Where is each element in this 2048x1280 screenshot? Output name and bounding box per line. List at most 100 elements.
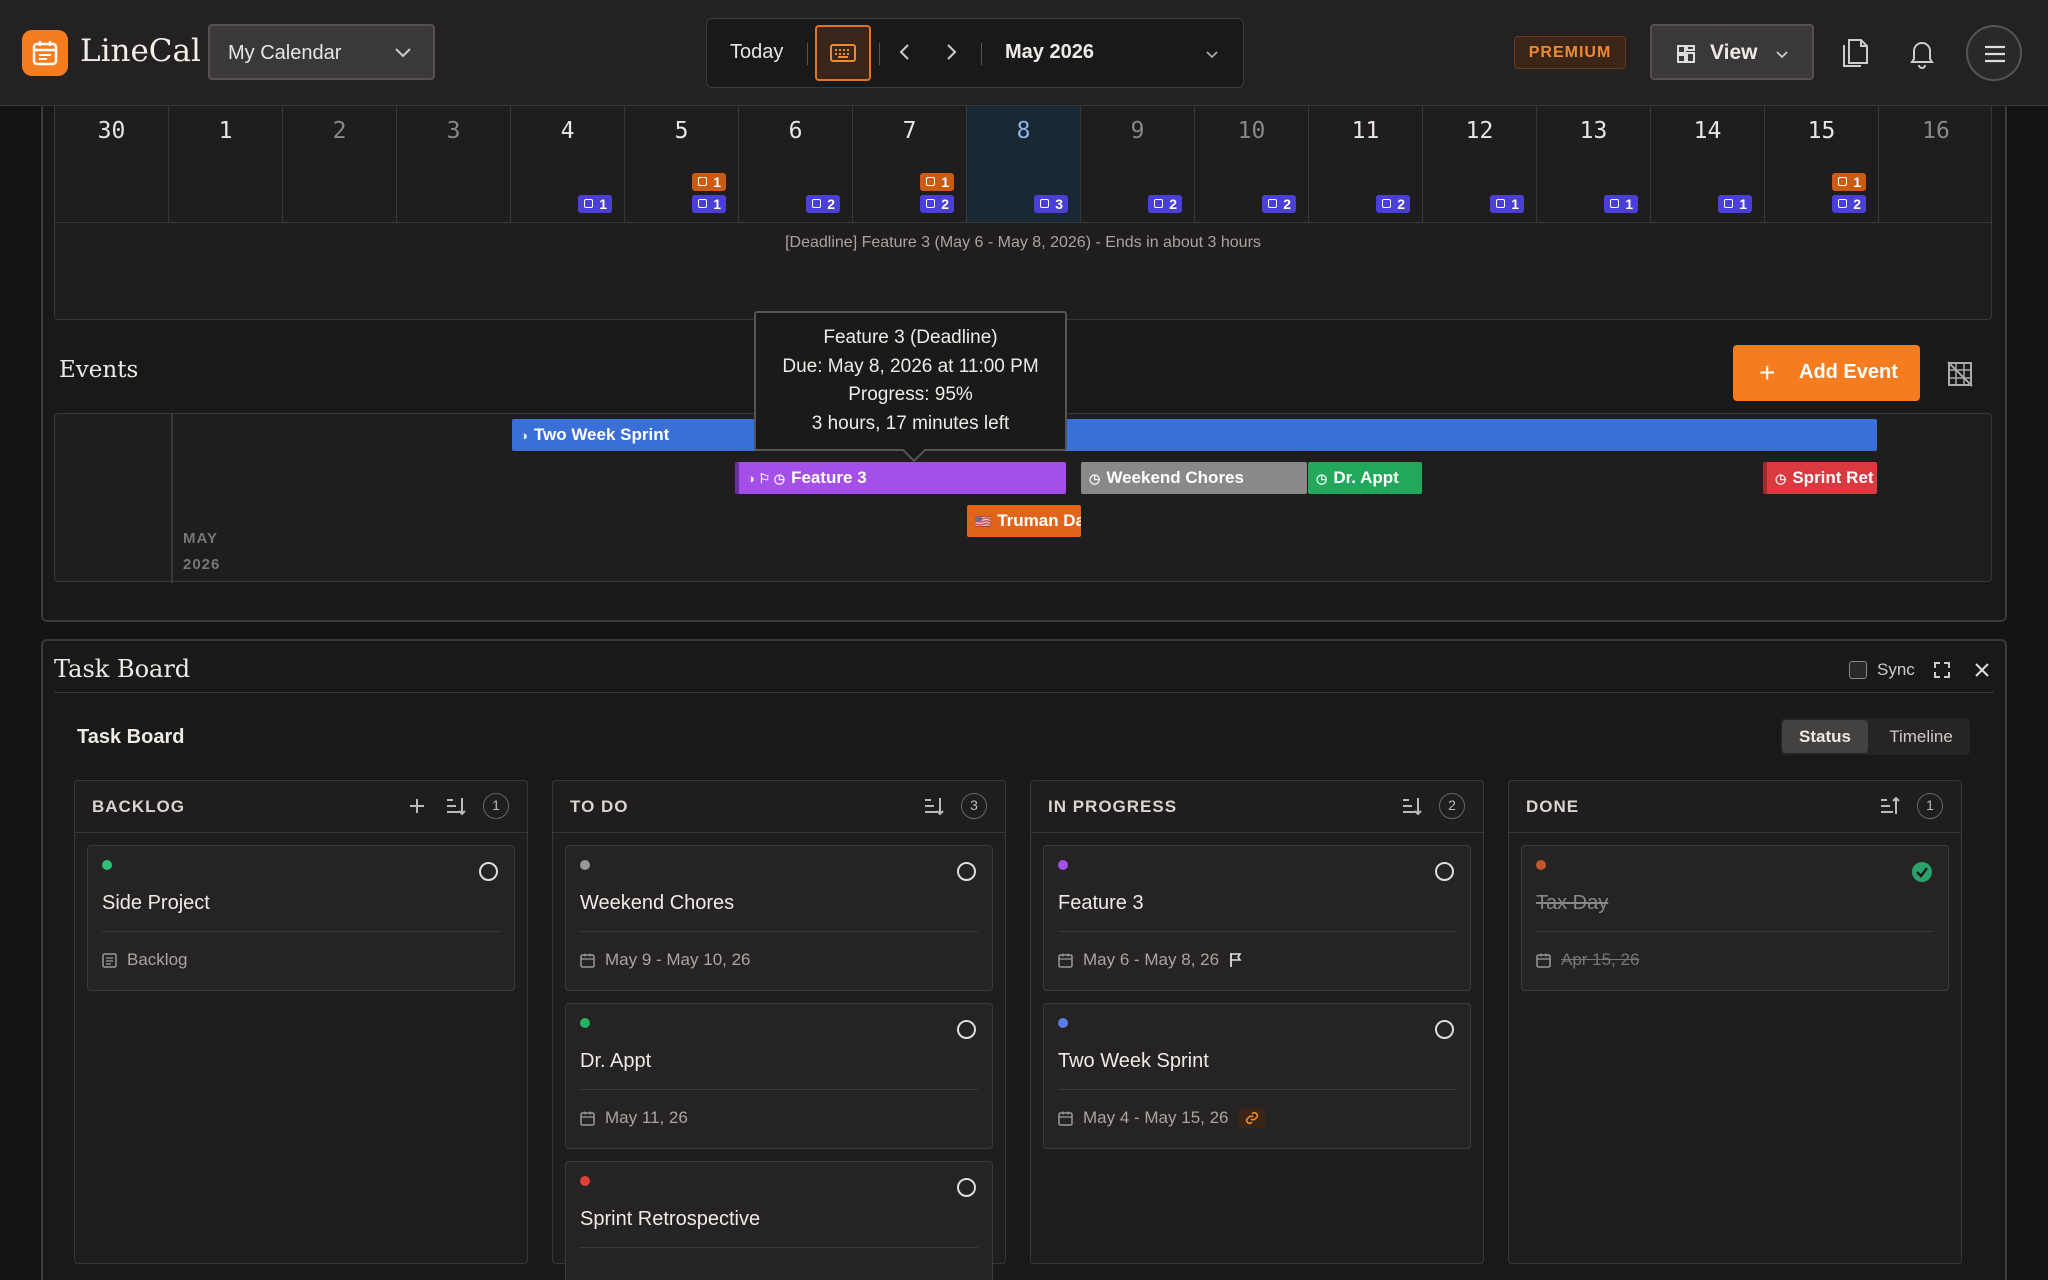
link-icon[interactable] xyxy=(1238,1108,1265,1128)
day-cell-5[interactable]: 5 1 1 xyxy=(625,106,739,223)
event-bar-sprint-retrospective[interactable]: ◷ Sprint Ret xyxy=(1763,462,1877,494)
sync-checkbox[interactable] xyxy=(1849,661,1867,679)
task-card[interactable]: Feature 3 May 6 - May 8, 26 xyxy=(1043,845,1471,991)
bell-icon[interactable] xyxy=(1908,37,1936,69)
deadline-count-badge[interactable]: 1 xyxy=(1832,173,1866,191)
tab-status[interactable]: Status xyxy=(1782,720,1868,753)
board-column-backlog: BACKLOG 1 Side Project Backlog xyxy=(74,780,528,1264)
list-icon xyxy=(102,952,117,968)
event-label: Feature 3 xyxy=(791,468,867,487)
day-cell-1[interactable]: 1 xyxy=(169,106,283,223)
complete-toggle-icon[interactable] xyxy=(1435,1020,1454,1039)
day-cell-16[interactable]: 16 xyxy=(1879,106,1993,223)
add-event-button[interactable]: + Add Event xyxy=(1733,345,1920,401)
completed-check-icon[interactable] xyxy=(1912,862,1932,882)
event-count-badge[interactable]: 1 xyxy=(692,195,726,213)
day-cell-3[interactable]: 3 xyxy=(397,106,511,223)
close-icon[interactable] xyxy=(1972,660,1992,680)
app-root: { "app": {"name": "LineCal"}, "header": … xyxy=(0,0,2048,1280)
complete-toggle-icon[interactable] xyxy=(479,862,498,881)
deadline-banner: [Deadline] Feature 3 (May 6 - May 8, 202… xyxy=(785,234,1261,251)
deadline-count-badge[interactable]: 1 xyxy=(692,173,726,191)
sort-descending-icon[interactable] xyxy=(923,795,945,817)
add-task-icon[interactable] xyxy=(407,796,427,816)
status-dot-icon xyxy=(580,1018,590,1028)
complete-toggle-icon[interactable] xyxy=(1435,862,1454,881)
day-cell-15[interactable]: 15 1 2 xyxy=(1765,106,1879,223)
next-month-button[interactable] xyxy=(943,41,959,69)
task-card[interactable]: Tax Day Apr 15, 26 xyxy=(1521,845,1949,991)
day-cell-9[interactable]: 92 xyxy=(1081,106,1195,223)
today-button[interactable]: Today xyxy=(730,41,783,64)
event-count-badge[interactable]: 2 xyxy=(1148,195,1182,213)
day-number: 2 xyxy=(332,118,347,144)
day-number: 8 xyxy=(1016,118,1031,144)
sort-ascending-icon[interactable] xyxy=(1879,795,1901,817)
task-title: Two Week Sprint xyxy=(1058,1050,1209,1072)
day-cell-6[interactable]: 62 xyxy=(739,106,853,223)
divider xyxy=(102,931,500,932)
task-card[interactable]: Weekend Chores May 9 - May 10, 26 xyxy=(565,845,993,991)
event-count-badge[interactable]: 3 xyxy=(1034,195,1068,213)
calendar-select-value: My Calendar xyxy=(228,42,342,64)
board-column-in-progress: IN PROGRESS 2 Feature 3 May 6 - May 8, 26 Tw… xyxy=(1030,780,1484,1264)
day-number: 4 xyxy=(560,118,575,144)
task-card[interactable]: Dr. Appt May 11, 26 xyxy=(565,1003,993,1149)
event-count-badge[interactable]: 1 xyxy=(1718,195,1752,213)
event-count-badge[interactable]: 1 xyxy=(578,195,612,213)
task-meta: May 6 - May 8, 26 xyxy=(1058,950,1243,970)
task-board-title: Task Board xyxy=(54,655,191,683)
complete-toggle-icon[interactable] xyxy=(957,862,976,881)
prev-month-button[interactable] xyxy=(897,41,913,69)
complete-toggle-icon[interactable] xyxy=(957,1020,976,1039)
main-menu-button[interactable] xyxy=(1966,25,2022,81)
day-cell-10[interactable]: 10 2 xyxy=(1195,106,1309,223)
date-nav-group: Today May 2026 xyxy=(706,18,1244,88)
event-count-badge[interactable]: 1 xyxy=(1604,195,1638,213)
day-cell-8[interactable]: 83 xyxy=(967,106,1081,223)
sort-descending-icon[interactable] xyxy=(1401,795,1423,817)
event-count-badge[interactable]: 2 xyxy=(806,195,840,213)
day-cell-13[interactable]: 13 1 xyxy=(1537,106,1651,223)
app-logo-icon[interactable] xyxy=(22,30,68,76)
sort-descending-icon[interactable] xyxy=(445,795,467,817)
month-picker-label[interactable]: May 2026 xyxy=(1005,41,1094,64)
chevron-down-icon[interactable] xyxy=(1203,45,1221,63)
premium-badge[interactable]: PREMIUM xyxy=(1514,36,1626,69)
event-bar-truman-day[interactable]: 🇺🇸 Truman Da xyxy=(967,505,1081,537)
event-count-badge[interactable]: 2 xyxy=(1262,195,1296,213)
task-card[interactable]: Two Week Sprint May 4 - May 15, 26 xyxy=(1043,1003,1471,1149)
day-number: 5 xyxy=(674,118,689,144)
tab-timeline[interactable]: Timeline xyxy=(1877,720,1965,753)
view-button[interactable]: View xyxy=(1650,24,1814,80)
divider xyxy=(580,1089,978,1090)
day-cell-11[interactable]: 11 2 xyxy=(1309,106,1423,223)
task-card[interactable]: Side Project Backlog xyxy=(87,845,515,991)
keyboard-shortcuts-button[interactable] xyxy=(815,25,871,81)
event-count-badge[interactable]: 2 xyxy=(920,195,954,213)
event-bar-two-week-sprint[interactable]: ◑ Two Week Sprint xyxy=(512,419,1877,451)
timeline-month-label: MAY xyxy=(183,530,218,547)
task-meta: May 9 - May 10, 26 xyxy=(580,950,751,970)
complete-toggle-icon[interactable] xyxy=(957,1178,976,1197)
event-bar-feature-3[interactable]: ◑ ⚐ ◷ Feature 3 xyxy=(735,462,1066,494)
day-cell-12[interactable]: 12 1 xyxy=(1423,106,1537,223)
day-number: 6 xyxy=(788,118,803,144)
expand-icon[interactable] xyxy=(1932,660,1952,680)
day-number: 9 xyxy=(1130,118,1145,144)
event-count-badge[interactable]: 1 xyxy=(1490,195,1524,213)
calendar-select[interactable]: My Calendar xyxy=(208,24,435,80)
event-count-badge[interactable]: 2 xyxy=(1832,195,1866,213)
documents-icon[interactable] xyxy=(1840,37,1870,69)
day-cell-14[interactable]: 14 1 xyxy=(1651,106,1765,223)
event-count-badge[interactable]: 2 xyxy=(1376,195,1410,213)
day-cell-0[interactable]: 30 xyxy=(55,106,169,223)
event-bar-weekend-chores[interactable]: ◷ Weekend Chores xyxy=(1081,462,1307,494)
day-cell-2[interactable]: 2 xyxy=(283,106,397,223)
grid-off-icon[interactable] xyxy=(1946,360,1974,388)
day-cell-7[interactable]: 7 1 2 xyxy=(853,106,967,223)
deadline-count-badge[interactable]: 1 xyxy=(920,173,954,191)
day-cell-4[interactable]: 41 xyxy=(511,106,625,223)
event-bar-dr-appt[interactable]: ◷ Dr. Appt xyxy=(1308,462,1422,494)
task-card[interactable]: Sprint Retrospective xyxy=(565,1161,993,1280)
